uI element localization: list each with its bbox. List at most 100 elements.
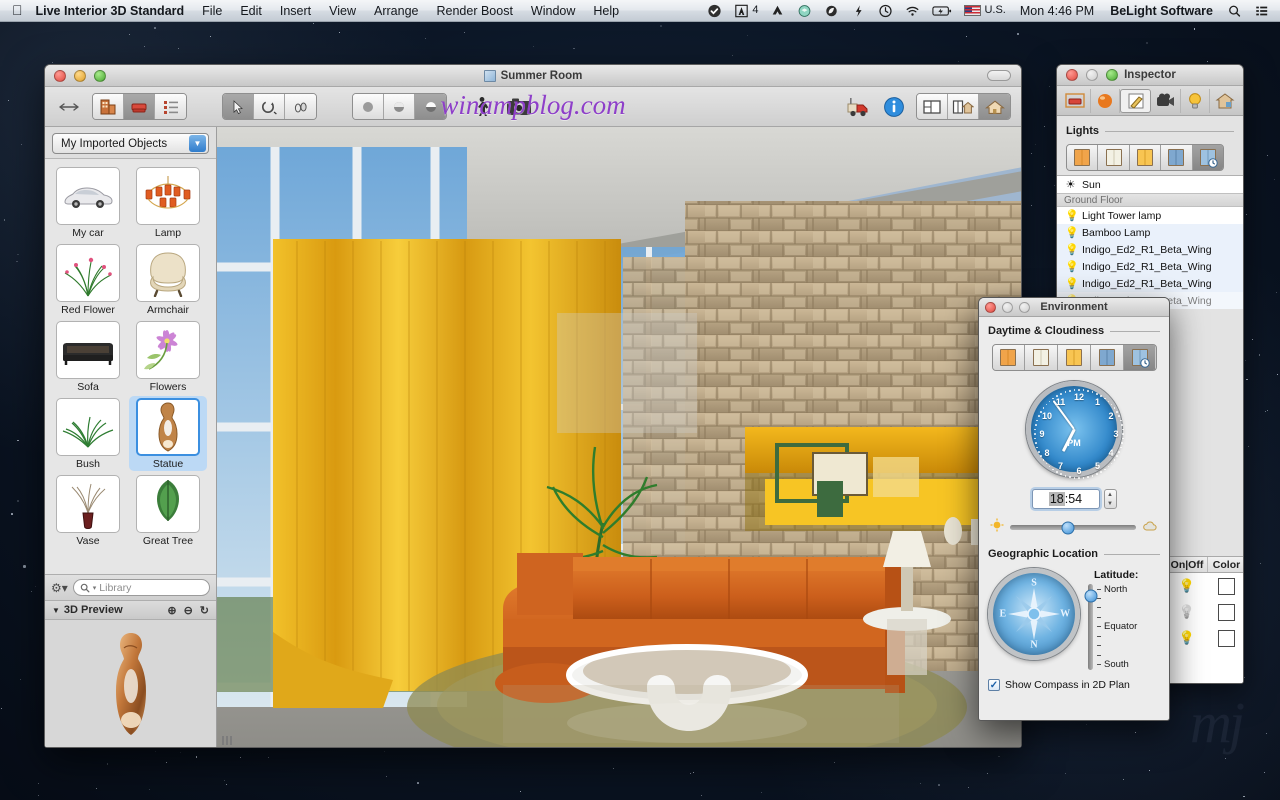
close-button[interactable] bbox=[1066, 69, 1078, 81]
latitude-slider-knob[interactable] bbox=[1084, 589, 1097, 603]
bulb-on-icon[interactable]: 💡 bbox=[1167, 578, 1207, 594]
color-swatch[interactable] bbox=[1207, 577, 1243, 595]
3d-viewport[interactable] bbox=[217, 127, 1021, 747]
menu-bar-clock[interactable]: Mon 4:46 PM bbox=[1013, 4, 1101, 18]
library-item-red-flower[interactable]: Red Flower bbox=[49, 242, 127, 317]
furniture-icon[interactable] bbox=[124, 94, 155, 119]
library-item-sofa[interactable]: Sofa bbox=[49, 319, 127, 394]
light-row-bamboo-lamp[interactable]: 💡 Bamboo Lamp bbox=[1057, 224, 1243, 241]
library-item-lamp[interactable]: Lamp bbox=[129, 165, 207, 240]
bulb-on-icon[interactable]: 💡 bbox=[1167, 630, 1207, 646]
window-night-icon[interactable] bbox=[1161, 145, 1193, 170]
dropbox-icon[interactable] bbox=[792, 0, 817, 22]
table-row[interactable]: 💡 bbox=[1167, 599, 1243, 625]
zoom-button[interactable] bbox=[1019, 301, 1030, 313]
daytime-clock[interactable]: PM 12 1 2 3 4 5 6 7 8 9 10 11 bbox=[1026, 381, 1124, 479]
menu-item-help[interactable]: Help bbox=[584, 0, 628, 22]
2d-plan-icon[interactable] bbox=[917, 94, 948, 119]
light-table-body[interactable]: 💡 💡 💡 bbox=[1167, 573, 1243, 683]
window-night-icon[interactable] bbox=[1090, 345, 1124, 370]
library-grid[interactable]: My car Lamp Red Flower Armchair Sofa Flo… bbox=[45, 158, 216, 574]
window-evening-icon[interactable] bbox=[1129, 145, 1162, 170]
color-swatch[interactable] bbox=[1207, 603, 1243, 621]
menu-item-file[interactable]: File bbox=[193, 0, 231, 22]
minimize-button[interactable] bbox=[1086, 69, 1098, 81]
library-item-my-car[interactable]: My car bbox=[49, 165, 127, 240]
menu-item-edit[interactable]: Edit bbox=[231, 0, 271, 22]
walk-icon[interactable] bbox=[285, 94, 316, 119]
library-item-great-tree[interactable]: Great Tree bbox=[129, 473, 207, 548]
camera-tab-icon[interactable] bbox=[1151, 88, 1181, 113]
library-item-armchair[interactable]: Armchair bbox=[129, 242, 207, 317]
stepper-up-icon[interactable]: ▲ bbox=[1107, 492, 1113, 498]
table-row[interactable]: 💡 bbox=[1167, 573, 1243, 599]
zoom-button[interactable] bbox=[94, 69, 106, 82]
bulb-off-icon[interactable]: 💡 bbox=[1167, 604, 1207, 620]
cloudiness-slider-knob[interactable] bbox=[1061, 521, 1075, 534]
menu-item-render-boost[interactable]: Render Boost bbox=[427, 0, 521, 22]
library-item-flowers[interactable]: Flowers bbox=[129, 319, 207, 394]
render-truck-icon[interactable] bbox=[844, 94, 872, 120]
latitude-slider[interactable] bbox=[1084, 584, 1097, 670]
building-icon[interactable] bbox=[93, 94, 124, 119]
menu-item-insert[interactable]: Insert bbox=[271, 0, 320, 22]
time-machine-icon[interactable] bbox=[873, 0, 898, 22]
library-item-bush[interactable]: Bush bbox=[49, 396, 127, 471]
split-view-icon[interactable] bbox=[948, 94, 979, 119]
library-item-statue[interactable]: Statue bbox=[129, 396, 207, 471]
wifi-icon[interactable] bbox=[900, 0, 925, 22]
minimize-button[interactable] bbox=[1002, 301, 1013, 313]
window-day-icon[interactable] bbox=[1025, 345, 1059, 370]
flash-icon[interactable] bbox=[846, 0, 871, 22]
preview-pane[interactable] bbox=[45, 620, 216, 747]
adobe-icon[interactable]: 4 bbox=[729, 0, 763, 22]
window-evening-icon[interactable] bbox=[1058, 345, 1091, 370]
3d-view-icon[interactable] bbox=[979, 94, 1010, 119]
gear-icon[interactable]: ⚙▾ bbox=[51, 581, 68, 595]
lights-list[interactable]: ☀ Sun Ground Floor 💡 Light Tower lamp 💡 … bbox=[1057, 175, 1243, 309]
list-icon[interactable] bbox=[155, 94, 186, 119]
input-source-flag[interactable]: U.S. bbox=[959, 0, 1010, 22]
checkbox-icon[interactable]: ✓ bbox=[988, 679, 1000, 691]
menu-item-arrange[interactable]: Arrange bbox=[365, 0, 427, 22]
stepper-down-icon[interactable]: ▼ bbox=[1107, 501, 1113, 507]
window-warm-icon[interactable] bbox=[1067, 145, 1099, 170]
resize-grip[interactable] bbox=[222, 736, 234, 745]
resize-arrows-icon[interactable] bbox=[55, 94, 83, 120]
library-item-vase[interactable]: Vase bbox=[49, 473, 127, 548]
search-input[interactable]: ▾ Library bbox=[72, 579, 210, 596]
google-drive-icon[interactable] bbox=[765, 0, 790, 22]
battery-icon[interactable] bbox=[927, 0, 957, 22]
arrow-select-icon[interactable] bbox=[223, 94, 254, 119]
search-dropdown-icon[interactable]: ▾ bbox=[93, 584, 97, 592]
zoom-out-icon[interactable]: ⊖ bbox=[184, 604, 193, 617]
preview-header[interactable]: ▼ 3D Preview ⊕ ⊖ ↻ bbox=[45, 600, 216, 620]
light-row-light-tower-lamp[interactable]: 💡 Light Tower lamp bbox=[1057, 207, 1243, 224]
material-tab-icon[interactable] bbox=[1091, 88, 1121, 113]
document-titlebar[interactable]: Summer Room bbox=[45, 65, 1021, 87]
light-row-indigo-1[interactable]: 💡 Indigo_Ed2_R1_Beta_Wing bbox=[1057, 241, 1243, 258]
light-row-indigo-3[interactable]: 💡 Indigo_Ed2_R1_Beta_Wing bbox=[1057, 275, 1243, 292]
building-tab-icon[interactable] bbox=[1210, 89, 1239, 113]
disclosure-triangle-icon[interactable]: ▼ bbox=[52, 606, 60, 615]
library-collection-popup[interactable]: My Imported Objects ▼ bbox=[52, 133, 209, 154]
window-auto-icon[interactable] bbox=[1123, 345, 1156, 370]
rotate-icon[interactable] bbox=[254, 94, 285, 119]
evernote-icon[interactable] bbox=[819, 0, 844, 22]
time-minutes[interactable]: :54 bbox=[1065, 492, 1082, 506]
rotate-icon[interactable]: ↻ bbox=[200, 604, 209, 617]
window-day-icon[interactable] bbox=[1098, 145, 1130, 170]
menu-app-name[interactable]: Live Interior 3D Standard bbox=[34, 0, 194, 22]
cloudiness-slider[interactable] bbox=[1010, 521, 1136, 534]
shaded-icon[interactable] bbox=[384, 94, 415, 119]
time-stepper[interactable]: ▲ ▼ bbox=[1103, 489, 1117, 509]
info-icon[interactable] bbox=[880, 94, 908, 120]
light-row-indigo-2[interactable]: 💡 Indigo_Ed2_R1_Beta_Wing bbox=[1057, 258, 1243, 275]
table-row[interactable]: 💡 bbox=[1167, 625, 1243, 651]
minimize-button[interactable] bbox=[74, 69, 86, 82]
menu-item-view[interactable]: View bbox=[320, 0, 365, 22]
time-hours[interactable]: 18 bbox=[1048, 492, 1065, 506]
menu-bar-user[interactable]: BeLight Software bbox=[1103, 4, 1220, 18]
show-compass-checkbox-row[interactable]: ✓ Show Compass in 2D Plan bbox=[988, 679, 1160, 691]
edit-tab-icon[interactable] bbox=[1120, 88, 1152, 113]
